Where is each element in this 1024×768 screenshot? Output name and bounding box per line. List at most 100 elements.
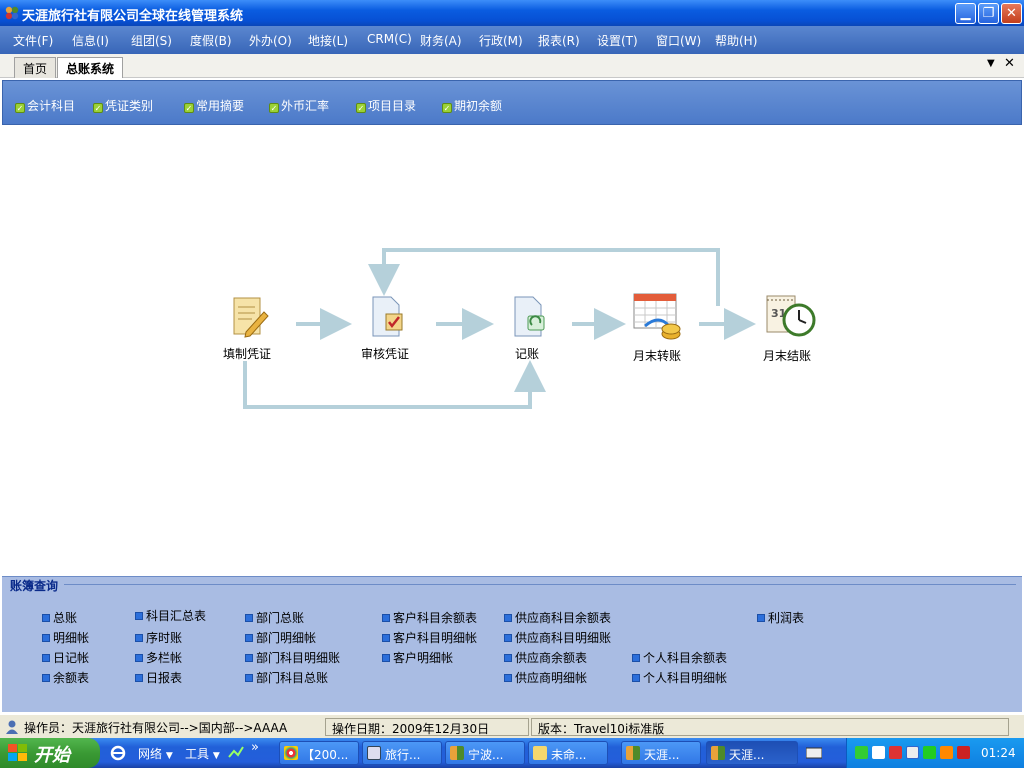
link-balance-sheet[interactable]: 余额表 <box>42 669 89 686</box>
menu-finance[interactable]: 财务(A) <box>420 32 462 49</box>
doc-icon <box>135 612 143 620</box>
flow-step-label: 审核凭证 <box>360 347 409 361</box>
link-supplier-detail[interactable]: 供应商明细帐 <box>504 669 587 686</box>
window-title: 天涯旅行社有限公司全球在线管理系统 <box>22 9 244 24</box>
flow-step-label: 记账 <box>514 347 539 361</box>
link-supplier-account-balance[interactable]: 供应商科目余额表 <box>504 609 611 626</box>
ie-icon[interactable] <box>110 745 126 764</box>
doc-icon <box>504 654 512 662</box>
check-icon: ✓ <box>442 103 452 113</box>
link-supplier-balance[interactable]: 供应商余额表 <box>504 649 587 666</box>
link-income-statement[interactable]: 利润表 <box>757 609 804 626</box>
restore-button[interactable]: ❐ <box>978 3 999 24</box>
taskbar-label: 未命... <box>551 748 587 762</box>
tab-close-icon[interactable]: ✕ <box>1004 56 1015 71</box>
menu-local[interactable]: 地接(L) <box>308 32 348 49</box>
tab-bar: 首页 总账系统 ▼ ✕ <box>0 54 1024 78</box>
menu-admin[interactable]: 行政(M) <box>479 32 523 49</box>
link-label: 日报表 <box>146 671 183 685</box>
menu-report[interactable]: 报表(R) <box>538 32 580 49</box>
doc-icon <box>757 614 765 622</box>
link-journal[interactable]: 日记帐 <box>42 649 89 666</box>
tool-voucher-types[interactable]: ✓ 凭证类别 <box>93 97 153 114</box>
menu-info[interactable]: 信息(I) <box>72 32 109 49</box>
link-chronological[interactable]: 序时账 <box>135 629 182 646</box>
taskbar-button-2[interactable]: 旅行... <box>362 741 442 765</box>
antivirus-icon[interactable] <box>906 746 919 759</box>
menu-group[interactable]: 组团(S) <box>131 32 172 49</box>
doc-icon <box>504 634 512 642</box>
divider <box>64 584 1016 585</box>
keyboard-icon[interactable] <box>805 746 823 763</box>
doc-icon <box>632 654 640 662</box>
menu-window[interactable]: 窗口(W) <box>656 32 701 49</box>
taskbar-button-4[interactable]: 未命... <box>528 741 608 765</box>
tools-toolbar-button[interactable]: 工具 ▼ <box>185 745 220 762</box>
taskbar-label: 宁波... <box>468 748 504 762</box>
link-personal-account-balance[interactable]: 个人科目余额表 <box>632 649 727 666</box>
link-dept-detail[interactable]: 部门明细帐 <box>245 629 316 646</box>
link-detail-ledger[interactable]: 明细帐 <box>42 629 89 646</box>
tool-accounts[interactable]: ✓ 会计科目 <box>15 97 75 114</box>
link-customer-detail[interactable]: 客户明细帐 <box>382 649 453 666</box>
security-icon[interactable] <box>889 746 902 759</box>
link-account-summary[interactable]: 科目汇总表 <box>135 607 206 624</box>
flow-step-post[interactable]: 记账 <box>487 294 567 362</box>
taskbar-button-6[interactable]: 天涯... <box>706 741 798 765</box>
link-label: 部门明细帐 <box>256 631 317 645</box>
menu-foreign[interactable]: 外办(O) <box>249 32 292 49</box>
flow-step-month-end-transfer[interactable]: 月末转账 <box>617 290 697 364</box>
document-icon <box>367 746 381 760</box>
ledger-query-panel: 账簿查询 总账 明细帐 日记帐 余额表 科目汇总表 序时账 多栏帐 日报表 部门… <box>2 576 1022 712</box>
status-date: 操作日期：2009年12月30日 <box>325 718 529 736</box>
flow-step-audit-voucher[interactable]: 审核凭证 <box>345 294 425 362</box>
overflow-chevron-icon[interactable]: » <box>251 740 259 755</box>
menu-settings[interactable]: 设置(T) <box>597 32 638 49</box>
network-icon[interactable] <box>923 746 936 759</box>
link-daily-report[interactable]: 日报表 <box>135 669 182 686</box>
taskbar-button-3[interactable]: 宁波... <box>445 741 525 765</box>
doc-icon <box>632 674 640 682</box>
tool-exchange-rate[interactable]: ✓ 外币汇率 <box>269 97 329 114</box>
taskbar-button-5[interactable]: 天涯... <box>621 741 701 765</box>
tool-project-catalog[interactable]: ✓ 项目目录 <box>356 97 416 114</box>
update-icon[interactable] <box>940 746 953 759</box>
tool-label: 常用摘要 <box>196 99 245 113</box>
chevron-down-icon: ▼ <box>212 751 220 761</box>
shield-icon[interactable] <box>855 746 868 759</box>
link-customer-account-detail[interactable]: 客户科目明细帐 <box>382 629 477 646</box>
link-supplier-account-detail[interactable]: 供应商科目明细账 <box>504 629 611 646</box>
tab-general-ledger[interactable]: 总账系统 <box>57 57 124 78</box>
link-general-ledger[interactable]: 总账 <box>42 609 77 626</box>
close-button[interactable]: ✕ <box>1001 3 1022 24</box>
minimize-button[interactable]: ▁ <box>955 3 976 24</box>
link-customer-account-balance[interactable]: 客户科目余额表 <box>382 609 477 626</box>
link-dept-general[interactable]: 部门总账 <box>245 609 304 626</box>
link-multi-column[interactable]: 多栏帐 <box>135 649 182 666</box>
link-label: 客户科目明细帐 <box>393 631 478 645</box>
menu-crm[interactable]: CRM(C) <box>367 32 412 46</box>
status-operator: 操作员：天涯旅行社有限公司-->国内部-->AAAA <box>20 718 322 736</box>
alert-icon[interactable] <box>957 746 970 759</box>
tool-opening-balance[interactable]: ✓ 期初余额 <box>442 97 502 114</box>
menu-file[interactable]: 文件(F) <box>13 32 53 49</box>
link-dept-account-detail[interactable]: 部门科目明细账 <box>245 649 340 666</box>
taskbar-label: 旅行... <box>385 748 421 762</box>
menu-help[interactable]: 帮助(H) <box>715 32 757 49</box>
doc-icon <box>245 674 253 682</box>
flow-step-fill-voucher[interactable]: 填制凭证 <box>207 294 287 362</box>
flow-step-month-end-close[interactable]: 31 月末结账 <box>747 292 827 364</box>
menu-vacation[interactable]: 度假(B) <box>190 32 232 49</box>
network-label: 网络 <box>138 747 163 761</box>
network-toolbar-button[interactable]: 网络 ▼ <box>138 745 173 762</box>
tab-home[interactable]: 首页 <box>14 57 57 78</box>
document-check-icon <box>372 296 403 337</box>
link-personal-account-detail[interactable]: 个人科目明细帐 <box>632 669 727 686</box>
quicklaunch-icon[interactable] <box>228 745 244 764</box>
link-dept-account-general[interactable]: 部门科目总账 <box>245 669 328 686</box>
start-button[interactable]: 开始 <box>0 738 100 768</box>
volume-icon[interactable] <box>872 746 885 759</box>
tool-common-summary[interactable]: ✓ 常用摘要 <box>184 97 244 114</box>
tab-list-icon[interactable]: ▼ <box>987 58 995 69</box>
taskbar-button-1[interactable]: 【200... <box>279 741 359 765</box>
